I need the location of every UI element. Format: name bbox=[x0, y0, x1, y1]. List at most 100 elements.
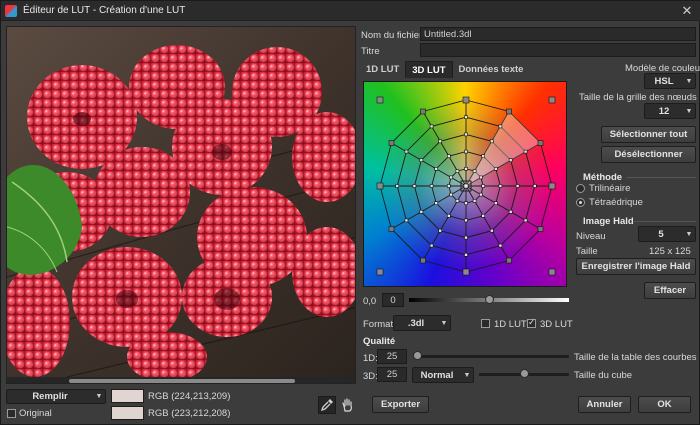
corner-node[interactable] bbox=[548, 96, 556, 104]
grid-node[interactable] bbox=[449, 175, 453, 180]
preview-photo[interactable] bbox=[7, 27, 356, 377]
grid-node[interactable] bbox=[506, 108, 512, 115]
grid-node[interactable] bbox=[498, 184, 503, 188]
grid-node[interactable] bbox=[490, 139, 494, 144]
grid-node[interactable] bbox=[455, 199, 460, 203]
corner-node[interactable] bbox=[376, 268, 384, 276]
grid-node[interactable] bbox=[481, 184, 485, 188]
preview-horizontal-scrollbar[interactable] bbox=[7, 377, 355, 383]
grid-node[interactable] bbox=[388, 226, 395, 232]
fill-mode-dropdown[interactable]: Remplir ▼ bbox=[6, 389, 106, 404]
grid-node[interactable] bbox=[464, 132, 468, 137]
scrollbar-thumb[interactable] bbox=[69, 379, 295, 383]
eyedropper-icon[interactable] bbox=[318, 396, 336, 414]
grid-node[interactable] bbox=[464, 115, 468, 120]
image-preview[interactable] bbox=[6, 26, 356, 384]
grid-node[interactable] bbox=[533, 184, 537, 188]
file-name-input[interactable]: Untitled.3dl bbox=[420, 27, 696, 41]
save-hald-button[interactable]: Enregistrer l'image Hald bbox=[576, 258, 696, 275]
lut-graph[interactable] bbox=[363, 81, 567, 287]
grid-node[interactable] bbox=[412, 184, 417, 188]
grid-node[interactable] bbox=[515, 184, 520, 188]
grid-node[interactable] bbox=[464, 253, 468, 257]
grid-node[interactable] bbox=[490, 228, 494, 233]
title-input[interactable] bbox=[420, 43, 696, 57]
quality-mode-dropdown[interactable]: Normal ▼ bbox=[412, 367, 474, 383]
color-model-dropdown[interactable]: HSL ▼ bbox=[644, 73, 696, 89]
grid-size-dropdown[interactable]: 12 ▼ bbox=[644, 103, 696, 119]
corner-node[interactable] bbox=[462, 96, 470, 104]
grid-node[interactable] bbox=[537, 226, 544, 232]
grid-node[interactable] bbox=[506, 257, 512, 264]
brightness-slider-thumb[interactable] bbox=[485, 295, 494, 304]
grid-node[interactable] bbox=[455, 169, 460, 173]
original-checkbox[interactable] bbox=[7, 409, 16, 418]
grid-node[interactable] bbox=[523, 149, 528, 154]
grid-node[interactable] bbox=[420, 257, 426, 264]
grid-node[interactable] bbox=[508, 158, 513, 162]
quality-3d-input[interactable]: 25 bbox=[377, 367, 407, 382]
grid-node[interactable] bbox=[498, 124, 503, 129]
grid-node[interactable] bbox=[498, 243, 503, 248]
hald-level-dropdown[interactable]: 5 ▼ bbox=[638, 226, 696, 242]
grid-node[interactable] bbox=[395, 184, 400, 188]
grid-node[interactable] bbox=[523, 218, 528, 223]
cancel-button[interactable]: Annuler bbox=[578, 396, 631, 413]
brightness-input[interactable]: 0 bbox=[382, 293, 404, 307]
hand-icon[interactable] bbox=[339, 396, 357, 414]
corner-node[interactable] bbox=[376, 182, 384, 190]
tab-text-data[interactable]: Données texte bbox=[453, 61, 530, 78]
corner-node[interactable] bbox=[548, 268, 556, 276]
grid-node[interactable] bbox=[481, 214, 485, 218]
clear-button[interactable]: Effacer bbox=[644, 282, 696, 299]
grid-node[interactable] bbox=[537, 140, 544, 146]
grid-node[interactable] bbox=[429, 124, 434, 129]
close-icon[interactable]: ✕ bbox=[679, 3, 695, 19]
deselect-button[interactable]: Désélectionner bbox=[601, 146, 696, 163]
grid-node[interactable] bbox=[508, 210, 513, 214]
grid-node[interactable] bbox=[447, 154, 451, 158]
grid-node[interactable] bbox=[447, 214, 451, 218]
checkbox-3d-lut[interactable] bbox=[527, 317, 536, 328]
grid-node[interactable] bbox=[472, 169, 477, 173]
grid-node[interactable] bbox=[404, 149, 409, 154]
quality-1d-slider-track[interactable] bbox=[417, 355, 569, 358]
grid-node[interactable] bbox=[419, 210, 424, 214]
grid-node[interactable] bbox=[464, 235, 468, 240]
corner-node[interactable] bbox=[376, 96, 384, 104]
grid-node[interactable] bbox=[464, 218, 468, 223]
grid-node[interactable] bbox=[388, 140, 395, 146]
grid-node[interactable] bbox=[479, 175, 483, 180]
quality-1d-input[interactable]: 25 bbox=[377, 349, 407, 364]
center-node-core[interactable] bbox=[463, 183, 469, 189]
grid-node[interactable] bbox=[494, 167, 498, 171]
corner-node[interactable] bbox=[548, 182, 556, 190]
export-button[interactable]: Exporter bbox=[372, 396, 429, 413]
ok-button[interactable]: OK bbox=[638, 396, 691, 413]
grid-node[interactable] bbox=[494, 201, 498, 205]
grid-node[interactable] bbox=[434, 167, 438, 171]
grid-node[interactable] bbox=[438, 228, 442, 233]
grid-node[interactable] bbox=[479, 192, 483, 197]
grid-node[interactable] bbox=[429, 243, 434, 248]
checkbox-1d-lut[interactable] bbox=[481, 319, 490, 328]
grid-node[interactable] bbox=[464, 149, 468, 154]
grid-node[interactable] bbox=[464, 167, 468, 171]
grid-node[interactable] bbox=[429, 184, 434, 188]
radio-tetrahedral[interactable] bbox=[576, 198, 585, 207]
quality-3d-slider-thumb[interactable] bbox=[520, 369, 529, 378]
tab-3d-lut[interactable]: 3D LUT bbox=[405, 61, 453, 78]
grid-node[interactable] bbox=[434, 201, 438, 205]
quality-1d-slider-thumb[interactable] bbox=[413, 351, 422, 360]
grid-node[interactable] bbox=[438, 139, 442, 144]
select-all-button[interactable]: Sélectionner tout bbox=[601, 126, 696, 143]
grid-node[interactable] bbox=[449, 192, 453, 197]
tab-1d-lut[interactable]: 1D LUT bbox=[360, 61, 405, 78]
grid-node[interactable] bbox=[419, 158, 424, 162]
format-dropdown[interactable]: .3dl ▼ bbox=[393, 315, 451, 331]
grid-node[interactable] bbox=[404, 218, 409, 223]
node-grid[interactable] bbox=[364, 82, 567, 287]
grid-node[interactable] bbox=[420, 108, 426, 115]
corner-node[interactable] bbox=[462, 268, 470, 276]
grid-node[interactable] bbox=[472, 199, 477, 203]
